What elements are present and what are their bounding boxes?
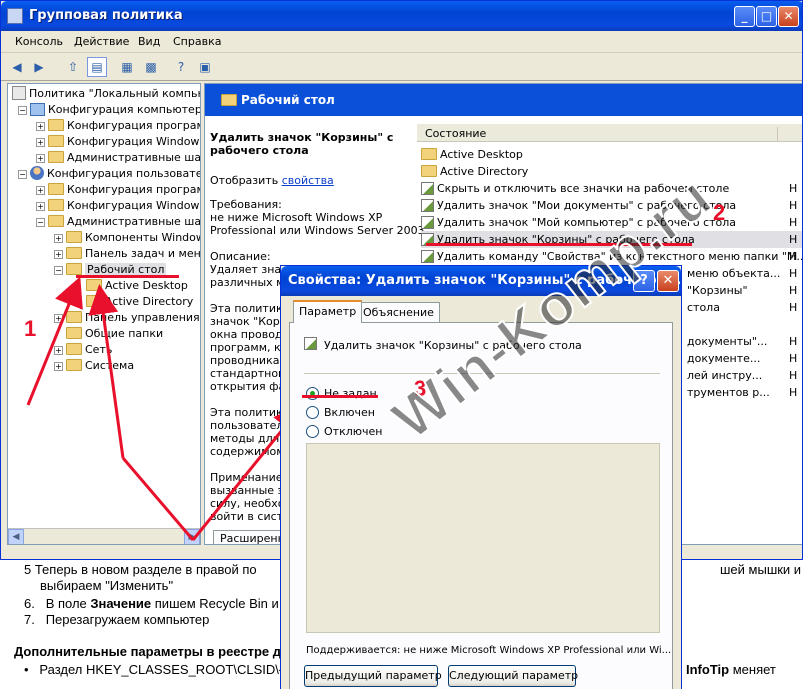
annotation-underline-3 xyxy=(302,395,378,398)
dialog-titlebar[interactable]: Свойства: Удалить значок "Корзины" с раб… xyxy=(281,266,691,296)
arrow-segment-upper xyxy=(88,284,125,459)
policy-properties-dialog: Свойства: Удалить значок "Корзины" с раб… xyxy=(280,265,691,689)
radio-not-configured[interactable] xyxy=(306,387,319,400)
radio-not-configured-label[interactable]: Не задан xyxy=(324,387,377,400)
tab-content: Удалить значок "Корзины" с рабочего стол… xyxy=(289,322,673,689)
dialog-help-button[interactable]: ? xyxy=(633,270,655,292)
prev-setting-button[interactable]: Предыдущий параметр xyxy=(304,665,442,687)
policy-icon xyxy=(304,336,317,350)
dialog-close-button[interactable]: ✕ xyxy=(657,270,679,292)
tab-parameter[interactable]: Параметр xyxy=(293,300,363,323)
radio-enabled[interactable] xyxy=(306,406,319,419)
supported-on: Поддерживается: не ниже Microsoft Window… xyxy=(306,645,672,656)
radio-disabled-label[interactable]: Отключен xyxy=(324,425,382,438)
tab-explanation[interactable]: Объяснение xyxy=(357,302,440,322)
setting-name: Удалить значок "Корзины" с рабочего стол… xyxy=(324,339,582,352)
dialog-title: Свойства: Удалить значок "Корзины" с раб… xyxy=(288,273,692,288)
arrow-segment-lower xyxy=(121,457,195,541)
radio-enabled-label[interactable]: Включен xyxy=(324,406,375,419)
separator xyxy=(304,373,660,374)
options-area xyxy=(306,443,660,633)
next-setting-button[interactable]: Следующий параметр xyxy=(448,665,578,687)
radio-disabled[interactable] xyxy=(306,425,319,438)
arrow-to-desktop xyxy=(26,276,83,406)
annotation-number-3: 3 xyxy=(414,376,427,401)
setting-icon xyxy=(304,336,320,351)
